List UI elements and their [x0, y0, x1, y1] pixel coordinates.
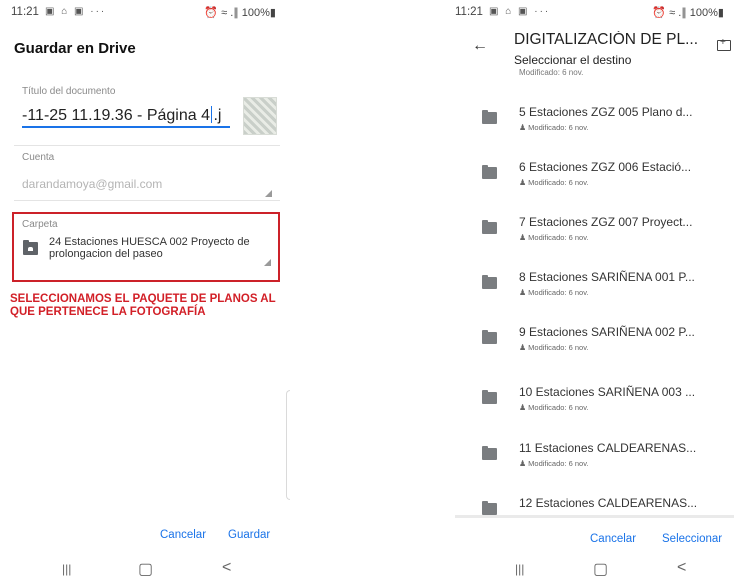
select-button[interactable]: Seleccionar: [662, 533, 722, 545]
save-to-drive-screen: 11:21 ▣ ⌂ ▣ ··· ⏰ ≈ .∥ 100%▮ Guardar en …: [0, 0, 290, 583]
folder-item-meta: ♟ Modificado: 6 nov.: [519, 403, 589, 412]
cancel-button[interactable]: Cancelar: [590, 533, 636, 545]
shared-people-icon: ♟: [519, 123, 527, 132]
folder-item-name: 9 Estaciones SARIÑENA 002 P...: [519, 325, 695, 339]
scrollbar[interactable]: [286, 390, 290, 500]
folder-item-name: 6 Estaciones ZGZ 006 Estació...: [519, 160, 692, 174]
back-arrow-icon[interactable]: ←: [472, 37, 488, 55]
shared-people-icon: ♟: [519, 343, 527, 352]
folder-item-name: 11 Estaciones CALDEARENAS...: [519, 441, 697, 455]
folder-item-meta: ♟ Modificado: 6 nov.: [519, 233, 589, 242]
folder-item-meta: ♟ Modificado: 6 nov.: [519, 459, 589, 468]
folder-icon: [482, 165, 497, 179]
folder-label: Carpeta: [22, 219, 58, 230]
folder-title: DIGITALIZACIÓN DE PL...: [514, 31, 699, 48]
folder-icon: [482, 110, 497, 124]
home-button[interactable]: ▢: [138, 559, 153, 579]
folder-icon: [482, 446, 497, 460]
folder-item[interactable]: 5 Estaciones ZGZ 005 Plano d... ♟ Modific…: [455, 102, 734, 148]
red-annotation: SELECCIONAMOS EL PAQUETE DE PLANOS AL QU…: [10, 293, 276, 318]
notification-icons: ▣ ⌂ ▣ ···: [489, 6, 551, 17]
folder-item[interactable]: 9 Estaciones SARIÑENA 002 P... ♟ Modifica…: [455, 322, 734, 368]
status-time: 11:21: [455, 6, 483, 18]
clipped-item-meta: Modificado: 6 nov.: [519, 68, 584, 77]
doc-title-label: Título del documento: [22, 86, 116, 97]
android-nav-bar: ||| ▢ <: [455, 559, 734, 581]
cancel-button[interactable]: Cancelar: [160, 529, 206, 541]
doc-title-input[interactable]: -11-25 11.19.36 - Página 4 .j: [22, 106, 230, 128]
save-button[interactable]: Guardar: [228, 529, 270, 541]
shared-people-icon: ♟: [519, 178, 527, 187]
folder-name: 24 Estaciones HUESCA 002 Proyecto de pro…: [49, 236, 250, 260]
home-button[interactable]: ▢: [593, 559, 608, 579]
shared-folder-icon: [23, 240, 38, 255]
folder-item-name: 12 Estaciones CALDEARENAS...: [519, 496, 698, 510]
folder-icon: [482, 390, 497, 404]
shared-people-icon: ♟: [519, 403, 527, 412]
folder-item-meta: ♟ Modificado: 6 nov.: [519, 178, 589, 187]
dropdown-icon: [265, 190, 272, 197]
status-bar: 11:21 ▣ ⌂ ▣ ··· ⏰ ≈ .∥ 100%▮: [11, 6, 276, 22]
shared-people-icon: ♟: [519, 288, 527, 297]
recents-button[interactable]: |||: [62, 562, 71, 576]
folder-subtitle: Seleccionar el destino: [514, 53, 632, 67]
account-select[interactable]: darandamoya@gmail.com: [22, 177, 162, 191]
back-button[interactable]: <: [222, 559, 231, 577]
folder-item[interactable]: 8 Estaciones SARIÑENA 001 P... ♟ Modifica…: [455, 267, 734, 313]
folder-item[interactable]: 10 Estaciones SARIÑENA 003 ... ♟ Modifica…: [455, 382, 734, 428]
battery-signal-icons: ⏰ ≈ .∥ 100%▮: [204, 7, 276, 19]
folder-item-name: 8 Estaciones SARIÑENA 001 P...: [519, 270, 695, 284]
folder-item-meta: ♟ Modificado: 6 nov.: [519, 343, 589, 352]
folder-select[interactable]: Carpeta 24 Estaciones HUESCA 002 Proyect…: [12, 212, 280, 282]
android-nav-bar: ||| ▢ <: [0, 559, 290, 581]
folder-item-name: 5 Estaciones ZGZ 005 Plano d...: [519, 105, 693, 119]
status-bar: 11:21 ▣ ⌂ ▣ ··· ⏰ ≈ .∥ 100%▮: [455, 6, 724, 22]
battery-signal-icons: ⏰ ≈ .∥ 100%▮: [652, 7, 724, 19]
divider: [14, 145, 280, 146]
list-bottom-edge: [455, 515, 734, 518]
photo-thumbnail[interactable]: [243, 97, 277, 135]
account-label: Cuenta: [22, 152, 55, 163]
folder-item-name: 7 Estaciones ZGZ 007 Proyect...: [519, 215, 693, 229]
shared-people-icon: ♟: [519, 233, 527, 242]
doc-title-text: -11-25 11.19.36 - Página 4: [22, 107, 210, 124]
folder-item-name: 10 Estaciones SARIÑENA 003 ...: [519, 385, 696, 399]
shared-people-icon: ♟: [519, 459, 527, 468]
recents-button[interactable]: |||: [515, 562, 524, 576]
new-folder-icon[interactable]: [717, 37, 731, 51]
folder-icon: [482, 275, 497, 289]
folder-item[interactable]: 6 Estaciones ZGZ 006 Estació... ♟ Modific…: [455, 157, 734, 203]
page-title: Guardar en Drive: [14, 40, 136, 57]
folder-item-meta: ♟ Modificado: 6 nov.: [519, 123, 589, 132]
folder-icon: [482, 501, 497, 515]
notification-icons: ▣ ⌂ ▣ ···: [45, 6, 107, 17]
doc-title-text-end: .j: [213, 107, 222, 124]
folder-item[interactable]: 12 Estaciones CALDEARENAS...: [455, 493, 734, 517]
folder-item-meta: ♟ Modificado: 6 nov.: [519, 288, 589, 297]
divider: [14, 200, 280, 201]
dropdown-icon: [264, 259, 271, 266]
folder-item[interactable]: 11 Estaciones CALDEARENAS... ♟ Modificado…: [455, 438, 734, 484]
folder-item[interactable]: 7 Estaciones ZGZ 007 Proyect... ♟ Modific…: [455, 212, 734, 258]
status-time: 11:21: [11, 6, 39, 18]
back-button[interactable]: <: [677, 559, 686, 577]
folder-icon: [482, 220, 497, 234]
folder-icon: [482, 330, 497, 344]
select-destination-screen: 11:21 ▣ ⌂ ▣ ··· ⏰ ≈ .∥ 100%▮ ← DIGITALIZ…: [455, 0, 734, 583]
